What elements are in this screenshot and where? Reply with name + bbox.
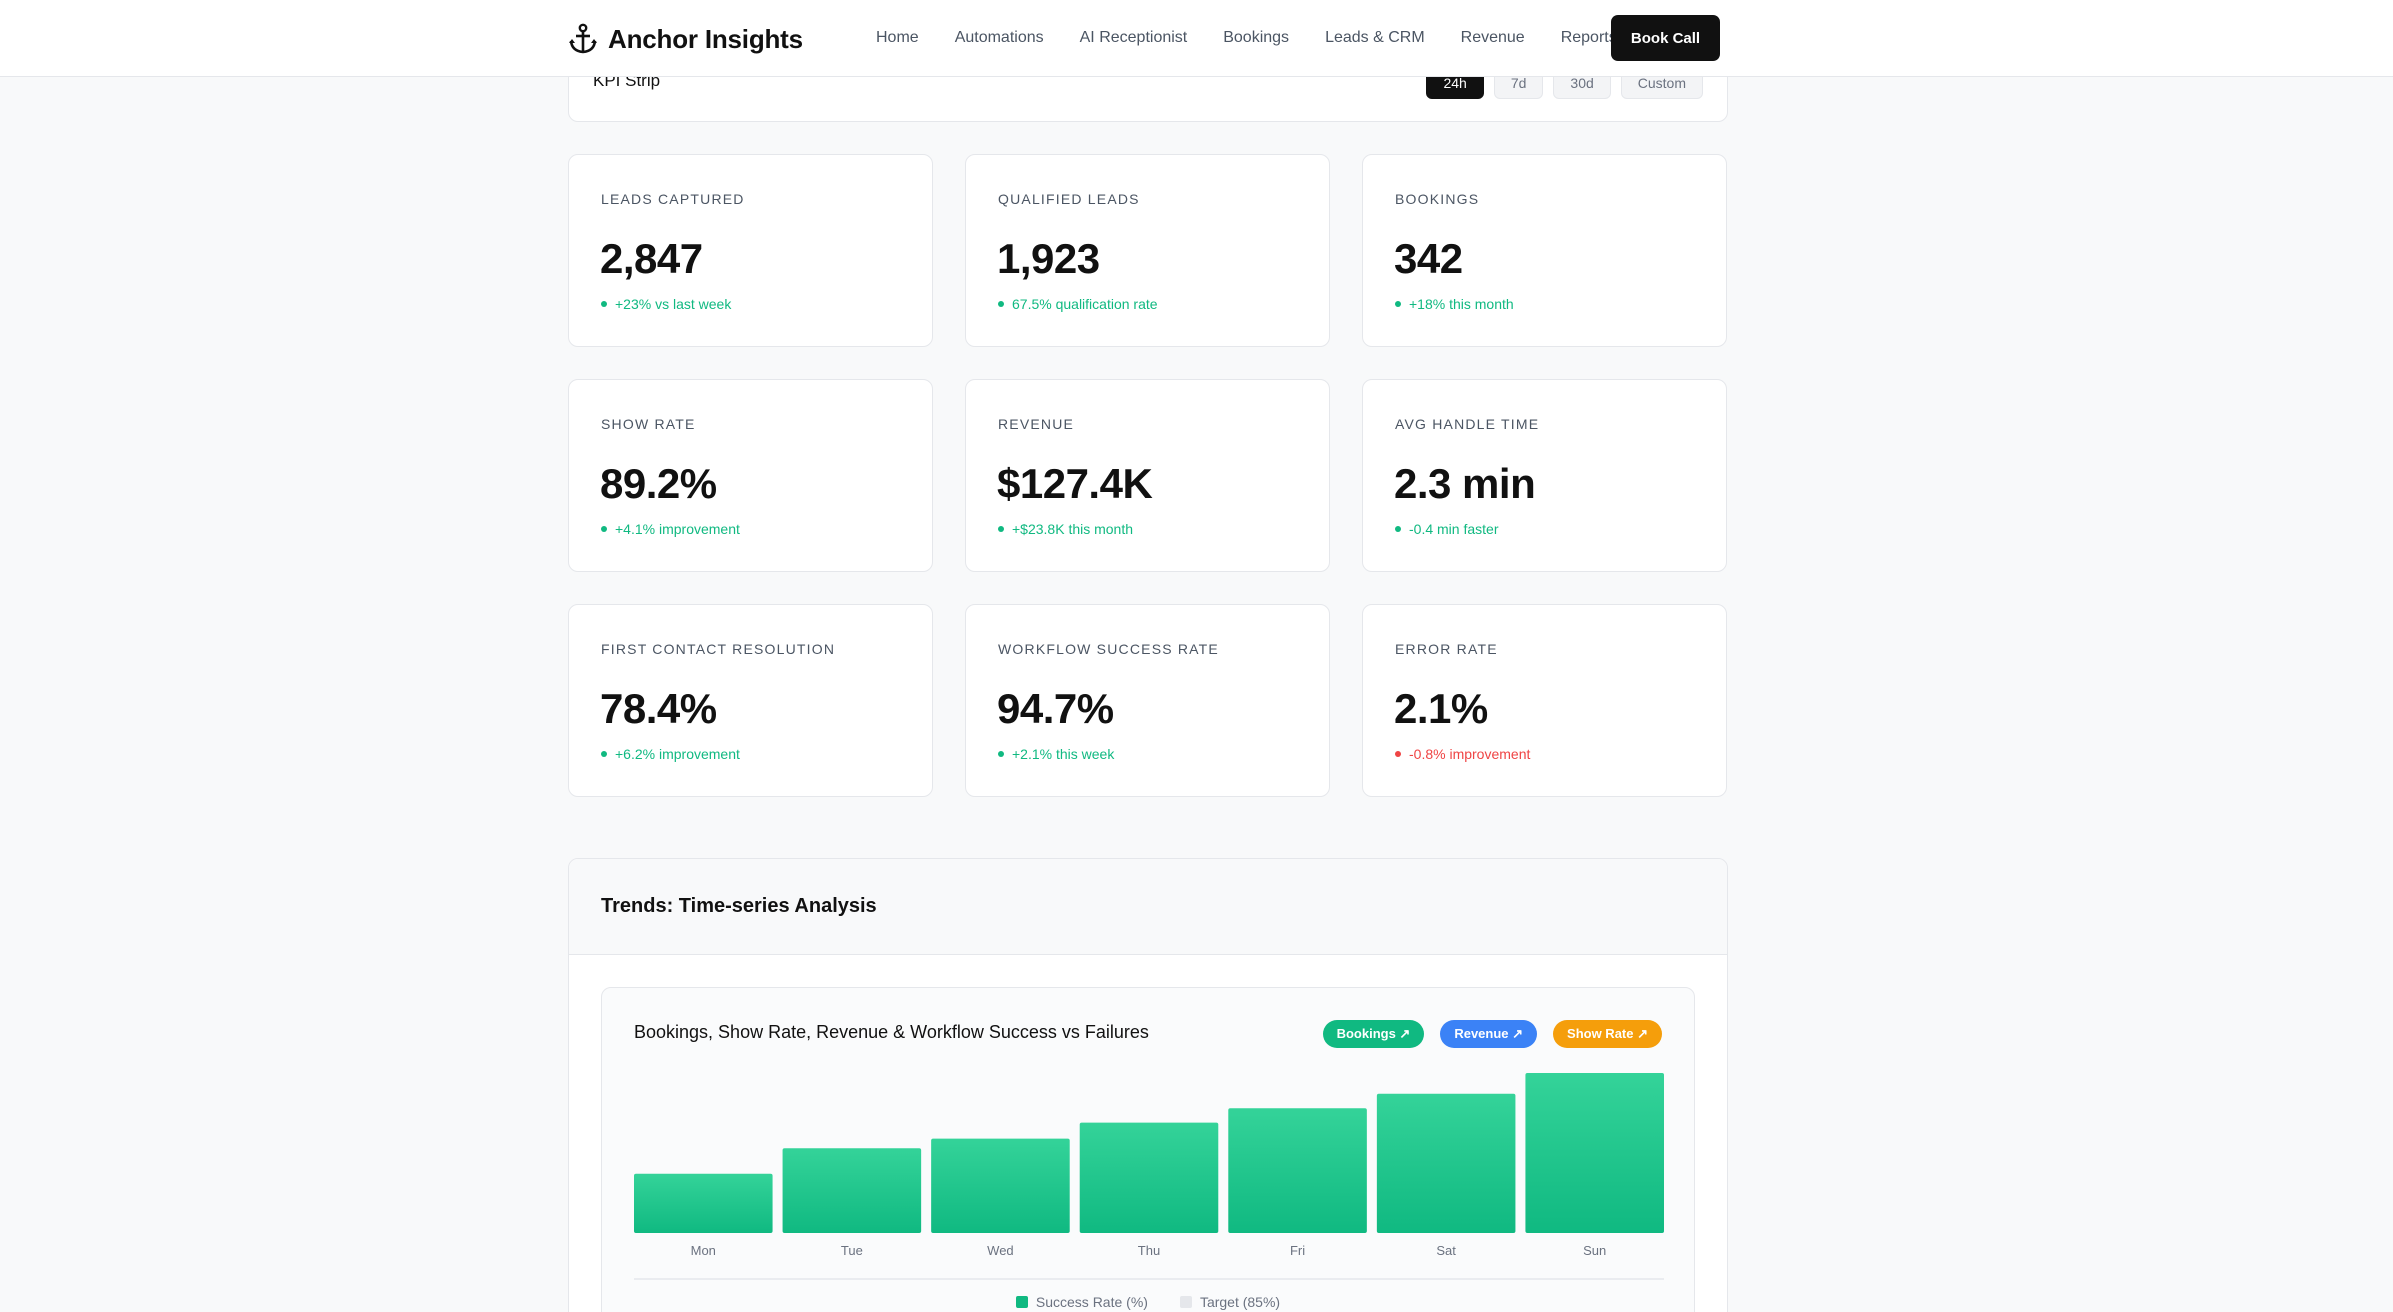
bar-mon[interactable] [634,1173,773,1233]
status-dot-icon [601,526,607,532]
kpi-delta: -0.8% improvement [1395,746,1530,762]
kpi-delta-text: -0.4 min faster [1409,521,1499,537]
kpi-delta-text: +2.1% this week [1012,746,1115,762]
kpi-delta: +6.2% improvement [601,746,740,762]
kpi-delta: -0.4 min faster [1395,521,1498,537]
bar-fri[interactable] [1228,1108,1367,1233]
kpi-delta: +2.1% this week [998,746,1114,762]
bar-wed[interactable] [931,1138,1070,1233]
kpi-card-revenue: REVENUE $127.4K +$23.8K this month [965,379,1330,572]
show-rate-chip[interactable]: Show Rate ↗ [1553,1020,1662,1048]
kpi-card-workflow-success-rate: WORKFLOW SUCCESS RATE 94.7% +2.1% this wee… [965,604,1330,797]
kpi-value: 89.2% [600,460,717,507]
kpi-label: SHOW RATE [601,416,696,432]
kpi-delta-text: +$23.8K this month [1012,521,1134,537]
kpi-delta: 67.5% qualification rate [998,296,1158,312]
kpi-delta-text: +4.1% improvement [615,521,740,537]
kpi-value: 2.3 min [1394,460,1536,507]
kpi-value: 94.7% [997,685,1114,732]
x-tick-label: Sat [1436,1243,1456,1258]
status-dot-icon [1395,751,1401,757]
kpi-delta: +$23.8K this month [998,521,1133,537]
legend-label-target: Target (85%) [1199,1294,1281,1310]
kpi-label: FIRST CONTACT RESOLUTION [601,641,836,657]
trends-panel: Trends: Time-series Analysis Mon Tue Wed Th… [568,858,1728,1312]
chart-title: Bookings, Show Rate, Revenue & Workflow … [634,1022,1149,1042]
kpi-value: 78.4% [600,685,717,732]
brand-logo[interactable]: Anchor Insights [568,22,803,56]
book-call-button[interactable]: Book Call [1611,15,1720,61]
legend-item-success-rate: Success Rate (%) [1015,1294,1148,1310]
kpi-label: REVENUE [998,416,1075,432]
status-dot-icon [998,301,1004,307]
x-tick-label: Tue [841,1243,863,1258]
trends-header: Trends: Time-series Analysis [569,859,1727,955]
bookings-chip[interactable]: Bookings ↗ [1322,1020,1425,1048]
status-dot-icon [1395,526,1401,532]
nav-link-leads-crm[interactable]: Leads & CRM [1325,29,1425,47]
nav-link-bookings[interactable]: Bookings [1223,29,1289,47]
kpi-delta-text: 67.5% qualification rate [1012,296,1158,312]
kpi-delta-text: +6.2% improvement [615,746,740,762]
nav-link-automations[interactable]: Automations [955,29,1044,47]
kpi-card-avg-handle-time: AVG HANDLE TIME 2.3 min -0.4 min faster [1362,379,1727,572]
kpi-value: 2.1% [1394,685,1488,732]
bar-sun[interactable] [1525,1073,1664,1233]
kpi-card-qualified-leads: QUALIFIED LEADS 1,923 67.5% qualification … [965,154,1330,347]
nav-link-reports[interactable]: Reports [1561,29,1617,47]
nav-link-home[interactable]: Home [876,29,919,47]
kpi-label: WORKFLOW SUCCESS RATE [998,641,1219,657]
legend-item-target: Target (85%) [1179,1294,1281,1310]
kpi-delta-text: +23% vs last week [615,296,732,312]
x-tick-label: Thu [1138,1243,1160,1258]
kpi-delta-text: +18% this month [1409,296,1514,312]
metric-chips: Bookings ↗ Revenue ↗ Show Rate ↗ [1322,1020,1662,1048]
bar-sat[interactable] [1376,1093,1516,1233]
kpi-value: $127.4K [997,460,1153,507]
status-dot-icon [601,301,607,307]
nav-link-revenue[interactable]: Revenue [1461,29,1525,47]
status-dot-icon [998,526,1004,532]
status-dot-icon [998,751,1004,757]
status-dot-icon [601,751,607,757]
trends-chart-card: Mon Tue Wed Thu Fri Sat Sun Bookings, Show Rat… [601,987,1695,1312]
kpi-label: AVG HANDLE TIME [1395,416,1540,432]
legend-label-success: Success Rate (%) [1035,1294,1148,1310]
anchor-icon [569,23,597,54]
nav-link-ai-receptionist[interactable]: AI Receptionist [1080,29,1188,47]
kpi-label: LEADS CAPTURED [601,191,745,207]
kpi-value: 1,923 [997,235,1100,282]
kpi-grid: LEADS CAPTURED 2,847 +23% vs last week QUAL… [568,154,1728,797]
revenue-chip[interactable]: Revenue ↗ [1440,1020,1538,1048]
main-nav: Home Automations AI Receptionist Booking… [876,0,1617,76]
brand-name: Anchor Insights [608,23,803,54]
kpi-card-first-contact-resolution: FIRST CONTACT RESOLUTION 78.4% +6.2% impro… [568,604,933,797]
kpi-label: BOOKINGS [1395,191,1480,207]
kpi-value: 2,847 [600,235,703,282]
legend-swatch-target [1179,1296,1192,1308]
kpi-card-show-rate: SHOW RATE 89.2% +4.1% improvement [568,379,933,572]
kpi-card-leads-captured: LEADS CAPTURED 2,847 +23% vs last week [568,154,933,347]
legend-swatch-success [1015,1296,1028,1308]
kpi-delta-text: -0.8% improvement [1409,746,1531,762]
bar-thu[interactable] [1079,1122,1219,1233]
bar-tue[interactable] [782,1148,922,1233]
kpi-card-error-rate: ERROR RATE 2.1% -0.8% improvement [1362,604,1727,797]
kpi-card-bookings: BOOKINGS 342 +18% this month [1362,154,1727,347]
x-tick-label: Fri [1290,1243,1305,1258]
kpi-delta: +23% vs last week [601,296,731,312]
chart-legend: Success Rate (%) Target (85%) [602,1294,1694,1310]
trends-title: Trends: Time-series Analysis [601,895,877,917]
kpi-value: 342 [1394,235,1463,282]
x-tick-label: Sun [1583,1243,1606,1258]
status-dot-icon [1395,301,1401,307]
kpi-delta: +4.1% improvement [601,521,740,537]
kpi-label: QUALIFIED LEADS [998,191,1140,207]
top-navigation: Anchor Insights Home Automations AI Rece… [0,0,2393,77]
kpi-delta: +18% this month [1395,296,1514,312]
x-tick-label: Wed [987,1243,1014,1258]
kpi-label: ERROR RATE [1395,641,1498,657]
x-tick-label: Mon [691,1243,716,1258]
